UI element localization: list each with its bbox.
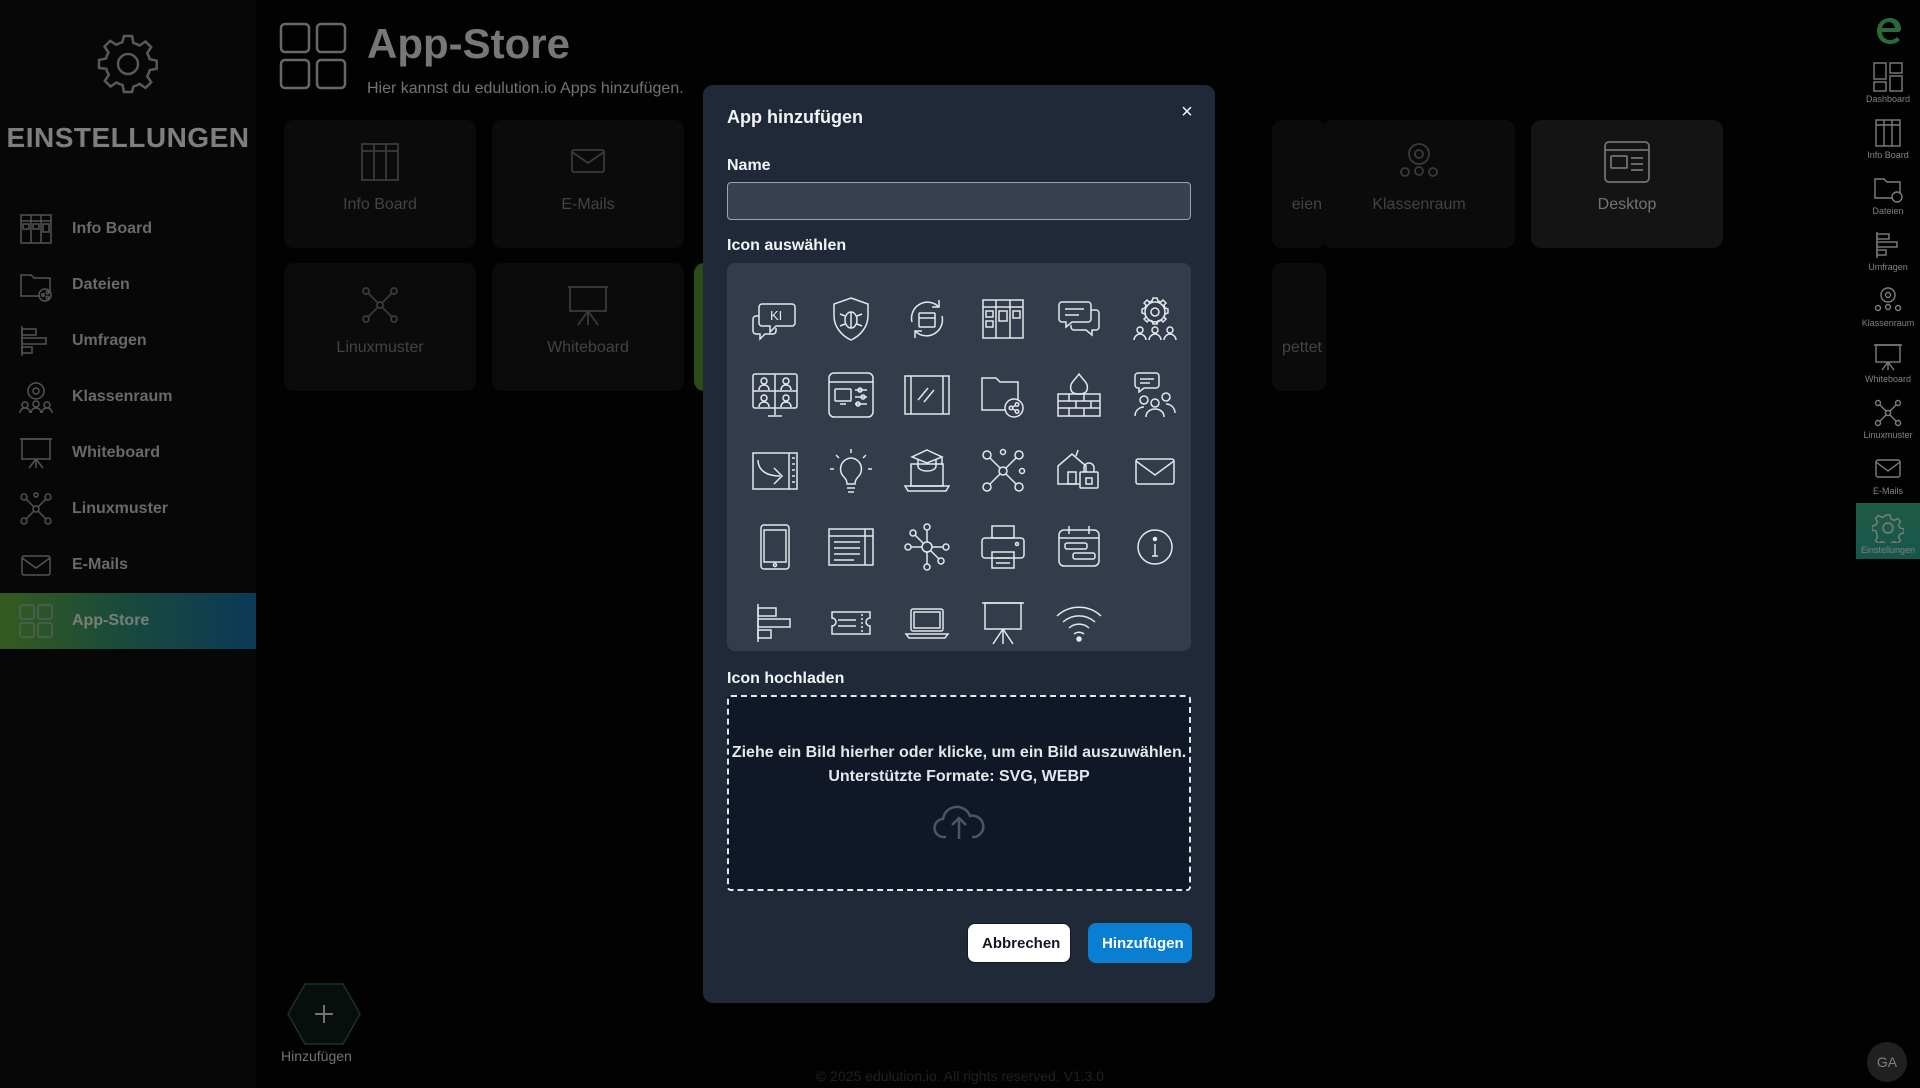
icon-upload-dropzone[interactable]: Ziehe ein Bild hierher oder klicke, um e… [727, 695, 1191, 891]
hub-icon[interactable] [889, 509, 965, 585]
tablet-icon[interactable] [737, 509, 813, 585]
glass-panel-icon[interactable] [889, 357, 965, 433]
info-board-icon[interactable] [965, 281, 1041, 357]
icon-upload-label: Icon hochladen [727, 670, 845, 687]
admin-group-icon[interactable] [1117, 281, 1193, 357]
close-button[interactable]: × [1177, 102, 1197, 122]
forward-icon[interactable] [737, 433, 813, 509]
firewall-icon[interactable] [1041, 357, 1117, 433]
video-conference-icon[interactable] [737, 357, 813, 433]
surveys-icon[interactable] [737, 585, 813, 661]
chat-icon[interactable] [1041, 281, 1117, 357]
dialog-title: App hinzufügen [727, 107, 863, 127]
graduation-laptop-icon[interactable] [889, 433, 965, 509]
mail-icon[interactable] [1117, 433, 1193, 509]
whiteboard-icon[interactable] [965, 585, 1041, 661]
cloud-upload-icon [933, 805, 985, 839]
sync-icon[interactable] [889, 281, 965, 357]
info-circle-icon[interactable] [1117, 509, 1193, 585]
name-label: Name [727, 157, 771, 174]
cancel-button[interactable]: Abbrechen [967, 923, 1071, 963]
svg-text:KI: KI [770, 308, 782, 323]
wifi-icon[interactable] [1041, 585, 1117, 661]
table-layout-icon[interactable] [813, 509, 889, 585]
lightbulb-icon[interactable] [813, 433, 889, 509]
ai-chat-icon[interactable]: KI [737, 281, 813, 357]
name-input[interactable] [727, 182, 1191, 220]
group-chat-icon[interactable] [1117, 357, 1193, 433]
security-shield-icon[interactable] [813, 281, 889, 357]
dropzone-text: Ziehe ein Bild hierher oder klicke, um e… [729, 741, 1189, 789]
printer-icon[interactable] [965, 509, 1041, 585]
school-lock-icon[interactable] [1041, 433, 1117, 509]
add-app-dialog: App hinzufügen × Name Icon auswählen KI [703, 85, 1215, 1003]
laptop-icon[interactable] [889, 585, 965, 661]
calendar-icon[interactable] [1041, 509, 1117, 585]
desktop-settings-icon[interactable] [813, 357, 889, 433]
icon-select-label: Icon auswählen [727, 237, 847, 254]
dropzone-formats: Unterstützte Formate: SVG, WEBP [828, 768, 1090, 785]
dropzone-instruction: Ziehe ein Bild hierher oder klicke, um e… [731, 744, 1187, 761]
files-share-icon[interactable] [965, 357, 1041, 433]
network-nodes-icon[interactable] [965, 433, 1041, 509]
tickets-icon[interactable] [813, 585, 889, 661]
submit-add-button[interactable]: Hinzufügen [1088, 923, 1192, 963]
icon-picker-grid: KI [727, 263, 1191, 651]
